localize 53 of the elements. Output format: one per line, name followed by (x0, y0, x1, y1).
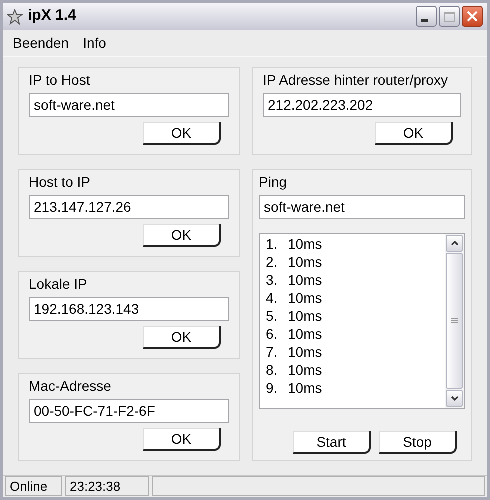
status-field: 23:23:38 (65, 476, 149, 496)
chevron-up-icon (450, 241, 458, 246)
row-number: 7. (266, 343, 279, 361)
ping-time: 10ms (288, 289, 322, 307)
group-title: Mac-Adresse (29, 377, 112, 396)
ping-time: 10ms (288, 343, 322, 361)
star-icon (7, 8, 23, 24)
group-title: Ping (259, 173, 288, 192)
maximize-button[interactable] (439, 6, 460, 27)
row-number: 1. (266, 235, 279, 253)
menu-item[interactable]: Beenden (7, 32, 76, 54)
group-title: Lokale IP (29, 275, 88, 294)
window-title: ipX 1.4 (28, 6, 76, 26)
ok-button[interactable]: OK (143, 224, 221, 247)
text-field[interactable]: 213.147.127.26 (29, 195, 229, 219)
status-field: Online (5, 476, 62, 496)
grip-icon (451, 318, 458, 324)
ping-time: 10ms (288, 307, 322, 325)
ping-time: 10ms (288, 325, 322, 343)
row-number: 2. (266, 253, 279, 271)
row-number: 9. (266, 379, 279, 397)
row-number: 6. (266, 325, 279, 343)
group-title: IP to Host (29, 71, 92, 90)
close-button[interactable] (462, 6, 483, 27)
row-number: 3. (266, 271, 279, 289)
ok-button[interactable]: OK (143, 326, 221, 349)
ping-time: 10ms (288, 361, 322, 379)
text-field[interactable]: 00-50-FC-71-F2-6F (29, 399, 229, 423)
ping-time: 10ms (288, 271, 322, 289)
ping-button[interactable]: Stop (379, 431, 457, 454)
group-title: Host to IP (29, 173, 92, 192)
text-field[interactable]: soft-ware.net (259, 195, 465, 219)
text-field[interactable]: 212.202.223.202 (263, 93, 461, 117)
ping-button[interactable]: Start (293, 431, 371, 454)
ping-time: 10ms (288, 379, 322, 397)
text-field[interactable]: 192.168.123.143 (29, 297, 229, 321)
ping-time: 10ms (288, 253, 322, 271)
scroll-up-button[interactable] (446, 235, 463, 252)
row-number: 5. (266, 307, 279, 325)
ok-button[interactable]: OK (143, 122, 221, 145)
minimize-button[interactable] (416, 6, 437, 27)
group-title: IP Adresse hinter router/proxy (263, 71, 449, 90)
scroll-down-button[interactable] (446, 390, 463, 407)
row-number: 8. (266, 361, 279, 379)
menu-item[interactable]: Info (77, 32, 112, 54)
ping-time: 10ms (288, 235, 322, 253)
ok-button[interactable]: OK (375, 122, 453, 145)
row-number: 4. (266, 289, 279, 307)
chevron-down-icon (450, 396, 458, 401)
text-field[interactable]: soft-ware.net (29, 93, 229, 117)
scroll-thumb[interactable] (446, 253, 463, 389)
close-icon (467, 11, 478, 22)
ok-button[interactable]: OK (143, 428, 221, 451)
